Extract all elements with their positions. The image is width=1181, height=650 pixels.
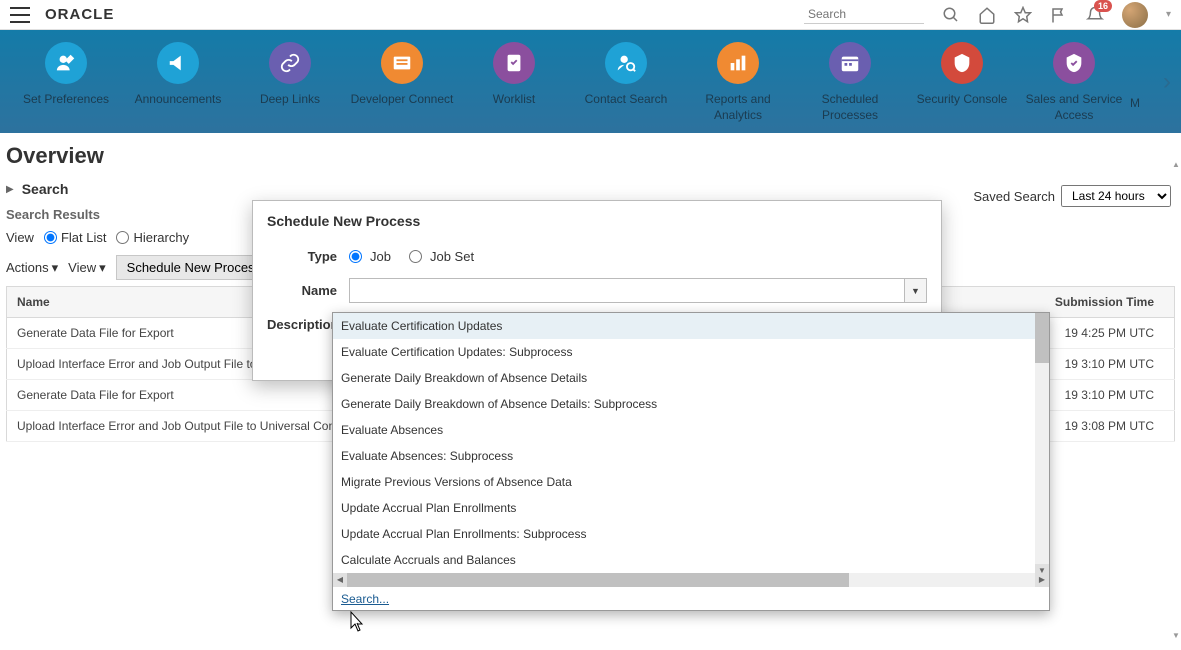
notifications-icon[interactable]: 16 bbox=[1086, 6, 1104, 24]
type-job-set[interactable]: Job Set bbox=[409, 249, 474, 264]
type-label: Type bbox=[267, 249, 337, 264]
chevron-down-icon: ▾ bbox=[99, 260, 106, 276]
springboard-scroll-right-icon[interactable]: › bbox=[1163, 68, 1171, 96]
scroll-down-icon[interactable]: ▼ bbox=[1172, 631, 1180, 640]
search-label: Search bbox=[22, 181, 69, 197]
dropdown-scrollbar-horizontal[interactable]: ◀ ▶ bbox=[333, 573, 1049, 587]
view-flat-list[interactable]: Flat List bbox=[44, 230, 107, 245]
dropdown-item[interactable]: Generate Daily Breakdown of Absence Deta… bbox=[333, 365, 1049, 391]
nav-deep-links[interactable]: Deep Links bbox=[234, 42, 346, 108]
scrollbar-thumb[interactable] bbox=[1035, 313, 1049, 363]
type-job[interactable]: Job bbox=[349, 249, 391, 264]
chevron-right-icon: ▶ bbox=[6, 184, 14, 195]
dialog-title: Schedule New Process bbox=[253, 201, 941, 241]
nav-worklist[interactable]: Worklist bbox=[458, 42, 570, 108]
dropdown-item[interactable]: Update Accrual Plan Enrollments bbox=[333, 495, 1049, 521]
actions-menu[interactable]: Actions ▾ bbox=[6, 260, 58, 276]
name-label: Name bbox=[267, 283, 337, 298]
springboard-nav: Set Preferences Announcements Deep Links… bbox=[0, 30, 1181, 133]
nav-developer-connect[interactable]: Developer Connect bbox=[346, 42, 458, 108]
view-menu[interactable]: View ▾ bbox=[68, 260, 105, 276]
page-title: Overview bbox=[6, 143, 1175, 169]
saved-search-select[interactable]: Last 24 hours bbox=[1061, 185, 1171, 207]
avatar[interactable] bbox=[1122, 2, 1148, 28]
scroll-up-icon[interactable]: ▲ bbox=[1172, 160, 1180, 169]
dropdown-item[interactable]: Evaluate Certification Updates: Subproce… bbox=[333, 339, 1049, 365]
scroll-right-icon[interactable]: ▶ bbox=[1035, 573, 1049, 587]
name-dropdown: Evaluate Certification Updates Evaluate … bbox=[332, 312, 1050, 611]
saved-search-label: Saved Search bbox=[973, 189, 1055, 204]
home-icon[interactable] bbox=[978, 6, 996, 24]
dropdown-search-link[interactable]: Search... bbox=[341, 592, 389, 606]
saved-search-row: Saved Search Last 24 hours bbox=[973, 185, 1171, 207]
dropdown-item[interactable]: Update Accrual Plan Enrollments: Subproc… bbox=[333, 521, 1049, 547]
logo: ORACLE bbox=[45, 6, 114, 23]
notification-badge: 16 bbox=[1094, 0, 1112, 12]
scroll-down-icon[interactable]: ▼ bbox=[1035, 564, 1049, 573]
nav-sales-service-access[interactable]: Sales and Service Access bbox=[1018, 42, 1130, 123]
schedule-new-process-button[interactable]: Schedule New Process bbox=[116, 255, 272, 280]
scroll-left-icon[interactable]: ◀ bbox=[333, 573, 347, 587]
description-label: Description bbox=[267, 317, 337, 332]
page-scrollbar[interactable]: ▲ ▼ bbox=[1171, 160, 1181, 640]
view-label: View bbox=[6, 230, 34, 245]
scrollbar-thumb[interactable] bbox=[347, 573, 849, 587]
dropdown-item[interactable]: Migrate Previous Versions of Absence Dat… bbox=[333, 469, 1049, 495]
dropdown-item[interactable]: Calculate Accruals and Balances bbox=[333, 547, 1049, 573]
chevron-down-icon: ▼ bbox=[911, 286, 920, 296]
menu-icon[interactable] bbox=[10, 7, 30, 23]
search-icon[interactable] bbox=[942, 6, 960, 24]
nav-security-console[interactable]: Security Console bbox=[906, 42, 1018, 108]
nav-contact-search[interactable]: Contact Search bbox=[570, 42, 682, 108]
nav-overflow: M bbox=[1130, 96, 1140, 110]
name-input[interactable] bbox=[349, 278, 905, 303]
dropdown-item[interactable]: Evaluate Absences bbox=[333, 417, 1049, 443]
star-icon[interactable] bbox=[1014, 6, 1032, 24]
nav-announcements[interactable]: Announcements bbox=[122, 42, 234, 108]
dropdown-item[interactable]: Evaluate Certification Updates bbox=[333, 313, 1049, 339]
global-search-input[interactable] bbox=[804, 5, 924, 24]
nav-set-preferences[interactable]: Set Preferences bbox=[10, 42, 122, 108]
col-submission-time[interactable]: Submission Time bbox=[1035, 287, 1175, 318]
flag-icon[interactable] bbox=[1050, 6, 1068, 24]
dropdown-item[interactable]: Generate Daily Breakdown of Absence Deta… bbox=[333, 391, 1049, 417]
app-header: ORACLE 16 ▾ bbox=[0, 0, 1181, 30]
nav-scheduled-processes[interactable]: Scheduled Processes bbox=[794, 42, 906, 123]
view-hierarchy[interactable]: Hierarchy bbox=[116, 230, 189, 245]
dropdown-scrollbar-vertical[interactable]: ▼ bbox=[1035, 313, 1049, 573]
nav-reports-analytics[interactable]: Reports and Analytics bbox=[682, 42, 794, 123]
dropdown-item[interactable]: Evaluate Absences: Subprocess bbox=[333, 443, 1049, 469]
name-dropdown-toggle[interactable]: ▼ bbox=[905, 278, 927, 303]
chevron-down-icon: ▾ bbox=[52, 260, 59, 276]
user-menu-chevron-icon[interactable]: ▾ bbox=[1166, 9, 1171, 20]
